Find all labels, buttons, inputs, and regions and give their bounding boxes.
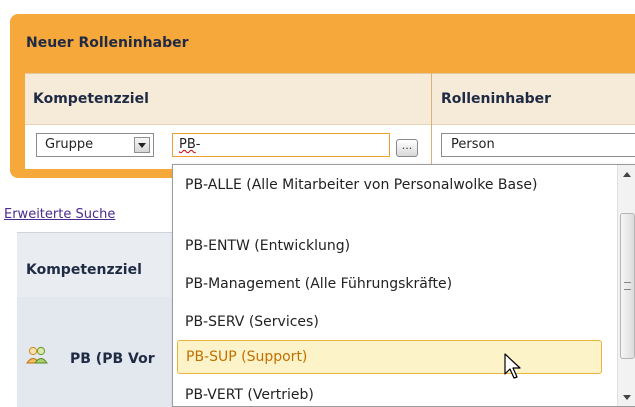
- autocomplete-dropdown: PB-ALLE (Alle Mitarbeiter von Personalwo…: [172, 164, 635, 407]
- dropdown-option[interactable]: PB-SERV (Services): [177, 304, 602, 340]
- column-divider: [431, 73, 432, 169]
- dropdown-option[interactable]: PB-VERT (Vertrieb): [177, 377, 602, 406]
- chevron-down-icon[interactable]: [134, 137, 150, 153]
- search-input-text-rest: -: [195, 137, 201, 152]
- owner-input[interactable]: Person: [441, 133, 635, 157]
- search-input-spellchecked-text: PB: [179, 137, 196, 152]
- dropdown-option[interactable]: PB-ENTW (Entwicklung): [177, 228, 602, 264]
- browse-button[interactable]: ...: [396, 139, 418, 157]
- mouse-pointer-icon: [504, 353, 521, 379]
- results-header-label: Kompetenzziel: [26, 262, 142, 278]
- panel-title: Neuer Rolleninhaber: [26, 35, 189, 51]
- type-select[interactable]: Gruppe: [36, 133, 154, 157]
- dropdown-option-selected[interactable]: PB-SUP (Support): [177, 340, 602, 374]
- group-icon: [26, 346, 48, 364]
- column-header-row: Kompetenzziel Rolleninhaber: [25, 73, 635, 124]
- scroll-up-icon[interactable]: [618, 165, 635, 183]
- dropdown-option[interactable]: PB-Management (Alle Führungskräfte): [177, 266, 602, 302]
- column-header-owner: Rolleninhaber: [441, 91, 552, 107]
- result-row-label[interactable]: PB (PB Vor: [70, 351, 155, 367]
- advanced-search-link[interactable]: Erweiterte Suche: [4, 207, 115, 222]
- scroll-thumb[interactable]: [620, 213, 635, 359]
- type-select-value: Gruppe: [45, 137, 94, 152]
- scroll-down-icon[interactable]: [618, 388, 635, 406]
- dropdown-option[interactable]: PB-ALLE (Alle Mitarbeiter von Personalwo…: [177, 173, 602, 197]
- column-header-competence: Kompetenzziel: [33, 91, 149, 107]
- competence-search-input[interactable]: PB-: [172, 133, 390, 157]
- dropdown-scrollbar[interactable]: [617, 165, 635, 406]
